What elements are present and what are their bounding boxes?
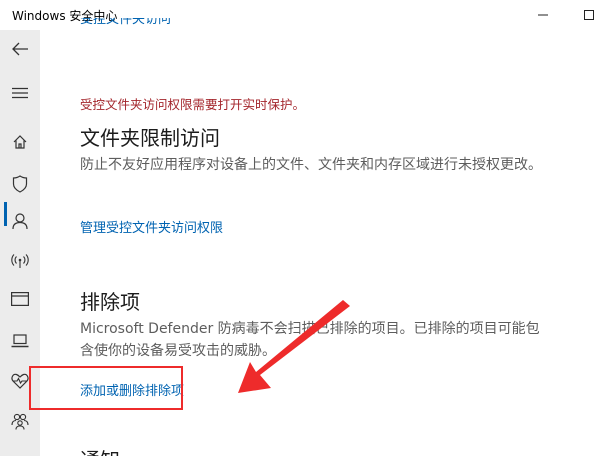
red-arrow-annotation: [238, 300, 350, 393]
